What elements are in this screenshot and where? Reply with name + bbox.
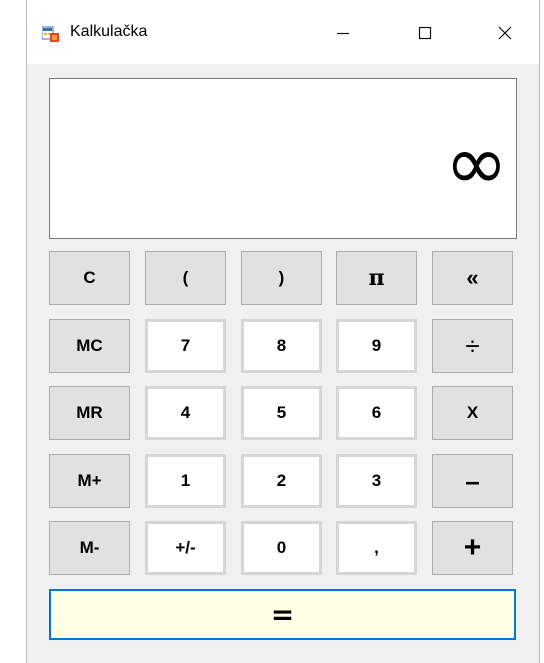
subtract-label: – <box>465 465 480 496</box>
divide-button[interactable]: ÷ <box>432 319 513 373</box>
digit-9-button[interactable]: 9 <box>336 319 417 373</box>
pi-button[interactable]: π <box>336 251 417 305</box>
negate-label: +/- <box>175 538 196 557</box>
digit-0-button[interactable]: 0 <box>241 521 322 575</box>
digit-1-label: 1 <box>180 471 191 490</box>
subtract-button[interactable]: – <box>432 454 513 508</box>
digit-5-label: 5 <box>276 403 287 422</box>
digit-0-label: 0 <box>276 538 287 557</box>
digit-8-button[interactable]: 8 <box>241 319 322 373</box>
digit-9-label: 9 <box>371 336 382 355</box>
clear-button[interactable]: C <box>49 251 130 305</box>
negate-button[interactable]: +/- <box>145 521 226 575</box>
digit-7-label: 7 <box>180 336 191 355</box>
pi-label: π <box>368 265 385 291</box>
maximize-button[interactable] <box>409 18 441 48</box>
backspace-button[interactable]: « <box>432 251 513 305</box>
display-screen: ∞ <box>49 78 517 239</box>
decimal-label: , <box>374 538 379 557</box>
memory-recall-button[interactable]: MR <box>49 386 130 440</box>
open-paren-label: ( <box>182 268 189 287</box>
digit-4-button[interactable]: 4 <box>145 386 226 440</box>
multiply-label: X <box>466 403 479 422</box>
maximize-icon <box>418 26 432 40</box>
memory-recall-label: MR <box>76 403 103 422</box>
digit-4-label: 4 <box>180 403 191 422</box>
close-paren-label: ) <box>278 268 285 287</box>
close-paren-button[interactable]: ) <box>241 251 322 305</box>
digit-2-label: 2 <box>276 471 287 490</box>
digit-2-button[interactable]: 2 <box>241 454 322 508</box>
digit-6-label: 6 <box>371 403 382 422</box>
digit-5-button[interactable]: 5 <box>241 386 322 440</box>
memory-clear-button[interactable]: MC <box>49 319 130 373</box>
add-label: + <box>463 531 482 564</box>
equals-label: = <box>270 598 295 631</box>
divide-label: ÷ <box>465 330 480 361</box>
memory-subtract-button[interactable]: M- <box>49 521 130 575</box>
digit-3-button[interactable]: 3 <box>336 454 417 508</box>
minimize-button[interactable] <box>327 18 359 48</box>
memory-clear-label: MC <box>76 336 103 355</box>
equals-button[interactable]: = <box>49 589 516 640</box>
title-bar: Kalkulačka <box>27 0 539 64</box>
memory-add-button[interactable]: M+ <box>49 454 130 508</box>
add-button[interactable]: + <box>432 521 513 575</box>
multiply-button[interactable]: X <box>432 386 513 440</box>
close-icon <box>498 26 512 40</box>
app-icon <box>41 25 59 42</box>
digit-1-button[interactable]: 1 <box>145 454 226 508</box>
close-button[interactable] <box>489 18 521 48</box>
clear-label: C <box>83 268 96 287</box>
window-title: Kalkulačka <box>70 23 148 40</box>
memory-subtract-label: M- <box>79 538 100 557</box>
digit-3-label: 3 <box>371 471 382 490</box>
digit-7-button[interactable]: 7 <box>145 319 226 373</box>
digit-6-button[interactable]: 6 <box>336 386 417 440</box>
open-paren-button[interactable]: ( <box>145 251 226 305</box>
digit-8-label: 8 <box>276 336 287 355</box>
backspace-label: « <box>466 265 479 290</box>
display-value: ∞ <box>444 118 508 207</box>
memory-add-label: M+ <box>77 471 102 490</box>
calculator-window: Kalkulačka ∞ C ( ) π « MC 7 8 9 ÷ MR 4 5… <box>26 0 540 663</box>
minimize-icon <box>337 32 349 35</box>
decimal-button[interactable]: , <box>336 521 417 575</box>
